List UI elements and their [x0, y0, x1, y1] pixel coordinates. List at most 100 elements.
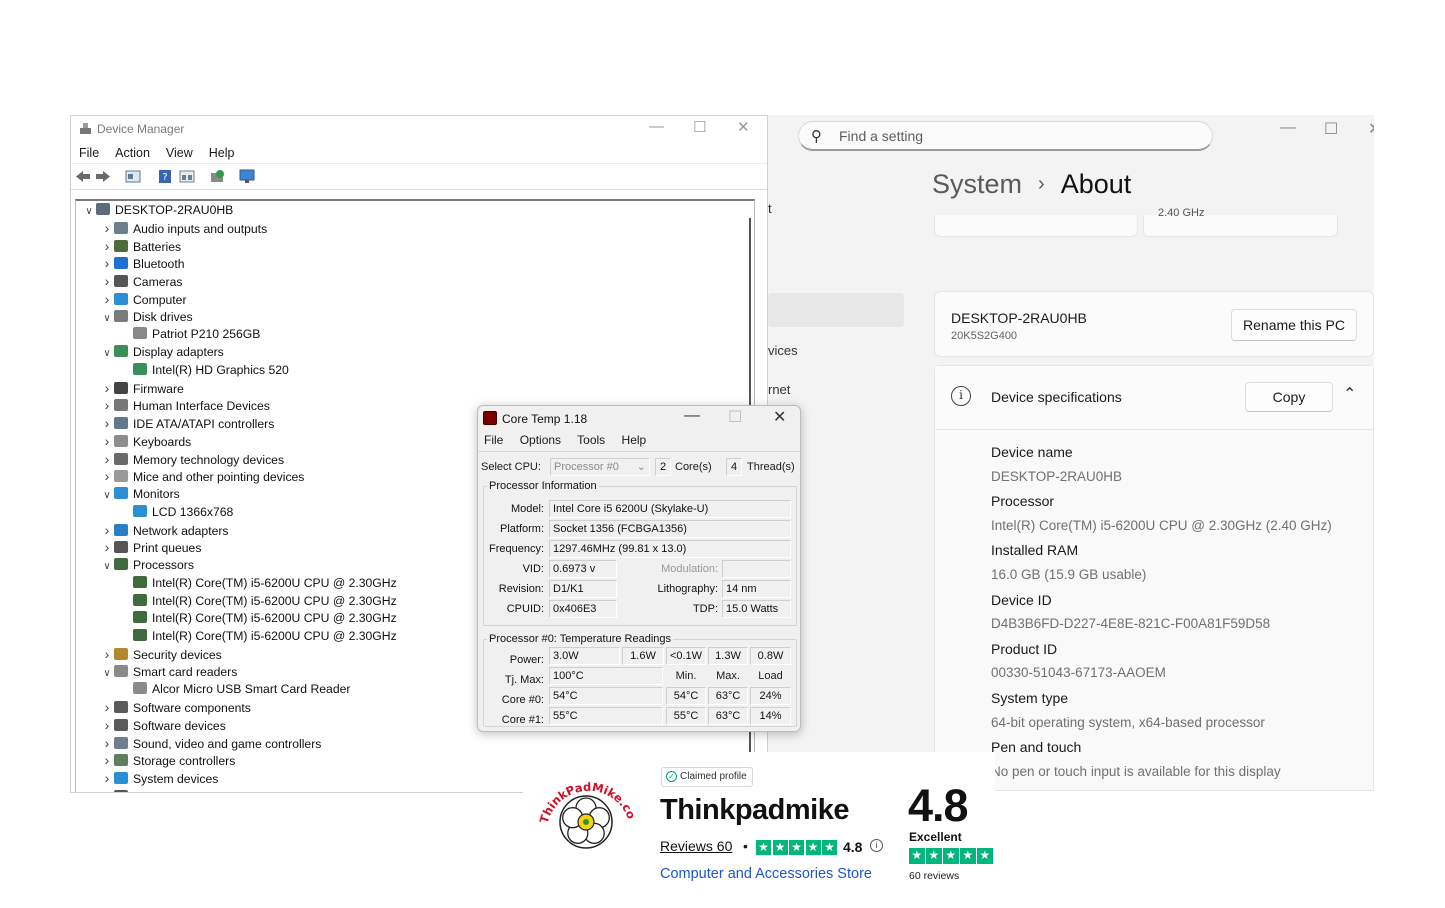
device-specifications-header[interactable]: i Device specifications Copy ⌃	[935, 366, 1373, 430]
nav-selected-highlight[interactable]	[768, 293, 904, 327]
chevron-right-icon[interactable]: ›	[100, 433, 114, 451]
menu-action[interactable]: Action	[115, 146, 150, 160]
menu-view[interactable]: View	[166, 146, 193, 160]
chevron-right-icon[interactable]: ›	[100, 415, 114, 433]
tree-category[interactable]: › Storage controllers	[100, 752, 236, 770]
forward-arrow-icon[interactable]	[95, 169, 111, 184]
select-cpu-dropdown[interactable]: Processor #0 ⌄	[550, 458, 650, 476]
close-icon[interactable]: ✕	[1368, 119, 1374, 139]
tree-category[interactable]: › Keyboards	[100, 433, 192, 451]
tree-category[interactable]: › Cameras	[100, 273, 183, 291]
tree-category[interactable]: › Print queues	[100, 539, 202, 557]
menu-file[interactable]: File	[79, 146, 99, 160]
info-icon[interactable]: i	[870, 839, 883, 852]
tree-category[interactable]: › System devices	[100, 770, 219, 788]
tree-category[interactable]: › Firmware	[100, 380, 184, 398]
business-name[interactable]: Thinkpadmike	[660, 794, 850, 827]
spec-value[interactable]: D4B3B6FD-D227-4E8E-821C-F00A81F59D58	[991, 612, 1332, 637]
tree-category[interactable]: › Bluetooth	[100, 255, 185, 273]
breadcrumb-system[interactable]: System	[932, 169, 1022, 199]
chevron-right-icon[interactable]: ›	[100, 380, 114, 398]
tree-device[interactable]: Intel(R) Core(TM) i5-6200U CPU @ 2.30GHz	[119, 593, 397, 611]
tree-device[interactable]: Patriot P210 256GB	[119, 326, 260, 344]
chevron-right-icon[interactable]: ›	[100, 468, 114, 486]
chevron-right-icon[interactable]: ›	[100, 273, 114, 291]
tree-category[interactable]: › Software components	[100, 699, 251, 717]
minimize-icon[interactable]: —	[1280, 119, 1296, 137]
chevron-down-icon[interactable]: ∨	[100, 310, 114, 328]
spec-value[interactable]: DESKTOP-2RAU0HB	[991, 465, 1332, 490]
chevron-right-icon[interactable]: ›	[100, 539, 114, 557]
spec-value[interactable]: 00330-51043-67173-AAOEM	[991, 661, 1332, 686]
tree-category[interactable]: › Human Interface Devices	[100, 397, 270, 415]
menu-help[interactable]: Help	[622, 433, 647, 447]
tree-category[interactable]: ∨ Display adapters	[100, 344, 224, 362]
tree-category[interactable]: › Universal Serial Bus controllers	[100, 788, 302, 792]
minimize-icon[interactable]: —	[649, 118, 664, 135]
tree-device[interactable]: LCD 1366x768	[119, 504, 233, 522]
tree-device[interactable]: Alcor Micro USB Smart Card Reader	[119, 681, 350, 699]
chevron-down-icon[interactable]: ∨	[100, 558, 114, 576]
tree-root[interactable]: ∨ DESKTOP-2RAU0HB	[82, 202, 233, 220]
maximize-icon[interactable]: ☐	[1324, 119, 1338, 139]
chevron-right-icon[interactable]: ›	[100, 735, 114, 753]
menu-options[interactable]: Options	[520, 433, 561, 447]
chevron-right-icon[interactable]: ›	[100, 291, 114, 309]
nav-fragment[interactable]: vices	[768, 343, 798, 358]
help-icon[interactable]: ?	[157, 169, 173, 184]
chevron-right-icon[interactable]: ›	[100, 522, 114, 540]
rename-pc-button[interactable]: Rename this PC	[1231, 309, 1357, 341]
update-driver-icon[interactable]	[209, 169, 225, 184]
chevron-right-icon[interactable]: ›	[100, 699, 114, 717]
close-icon[interactable]: ✕	[773, 407, 786, 427]
tree-category[interactable]: › Mice and other pointing devices	[100, 468, 305, 486]
menu-tools[interactable]: Tools	[577, 433, 605, 447]
nav-fragment[interactable]: rnet	[768, 382, 790, 397]
chevron-right-icon[interactable]: ›	[100, 397, 114, 415]
tree-category[interactable]: › Memory technology devices	[100, 451, 284, 469]
tree-category[interactable]: › Computer	[100, 291, 187, 309]
chevron-right-icon[interactable]: ›	[100, 788, 114, 792]
tree-category[interactable]: ∨ Smart card readers	[100, 664, 237, 682]
tree-device[interactable]: Intel(R) Core(TM) i5-6200U CPU @ 2.30GHz	[119, 628, 397, 646]
spec-value[interactable]: No pen or touch input is available for t…	[991, 760, 1332, 785]
back-arrow-icon[interactable]	[75, 169, 91, 184]
tree-category[interactable]: › Software devices	[100, 717, 226, 735]
tree-category[interactable]: ∨ Monitors	[100, 486, 180, 504]
chevron-down-icon[interactable]: ∨	[100, 665, 114, 683]
copy-button[interactable]: Copy	[1245, 382, 1333, 412]
chevron-down-icon[interactable]: ∨	[82, 203, 96, 221]
tree-category[interactable]: › Network adapters	[100, 522, 229, 540]
menu-help[interactable]: Help	[209, 146, 235, 160]
chevron-right-icon[interactable]: ›	[100, 770, 114, 788]
settings-search-input[interactable]: ⚲ Find a setting	[798, 121, 1213, 151]
reviews-link[interactable]: Reviews 60	[660, 838, 732, 854]
menu-file[interactable]: File	[484, 433, 503, 447]
tree-device[interactable]: Intel(R) HD Graphics 520	[119, 362, 289, 380]
chevron-right-icon[interactable]: ›	[100, 752, 114, 770]
tree-category[interactable]: ∨ Disk drives	[100, 309, 193, 327]
spec-value[interactable]: 16.0 GB (15.9 GB usable)	[991, 563, 1332, 588]
chevron-right-icon[interactable]: ›	[100, 220, 114, 238]
tree-category[interactable]: › Sound, video and game controllers	[100, 735, 322, 753]
chevron-down-icon[interactable]: ∨	[100, 345, 114, 363]
business-category[interactable]: Computer and Accessories Store	[660, 866, 872, 882]
chevron-right-icon[interactable]: ›	[100, 255, 114, 273]
chevron-right-icon[interactable]: ›	[100, 646, 114, 664]
chevron-right-icon[interactable]: ›	[100, 238, 114, 256]
tree-device[interactable]: Intel(R) Core(TM) i5-6200U CPU @ 2.30GHz	[119, 610, 397, 628]
maximize-icon[interactable]: ☐	[693, 118, 706, 136]
spec-value[interactable]: Intel(R) Core(TM) i5-6200U CPU @ 2.30GHz…	[991, 514, 1332, 539]
tree-category[interactable]: › Batteries	[100, 238, 181, 256]
chevron-down-icon[interactable]: ∨	[100, 487, 114, 505]
view-icon[interactable]	[179, 169, 195, 184]
device-manager-titlebar[interactable]: Device Manager — ☐ ✕	[71, 116, 767, 142]
chevron-up-icon[interactable]: ⌃	[1343, 384, 1356, 404]
chevron-right-icon[interactable]: ›	[100, 451, 114, 469]
tree-category[interactable]: › Security devices	[100, 646, 222, 664]
tree-device[interactable]: Intel(R) Core(TM) i5-6200U CPU @ 2.30GHz	[119, 575, 397, 593]
close-icon[interactable]: ✕	[737, 118, 750, 136]
minimize-icon[interactable]: —	[684, 407, 700, 425]
properties-icon[interactable]	[125, 169, 141, 184]
nav-fragment[interactable]: t	[768, 201, 772, 216]
